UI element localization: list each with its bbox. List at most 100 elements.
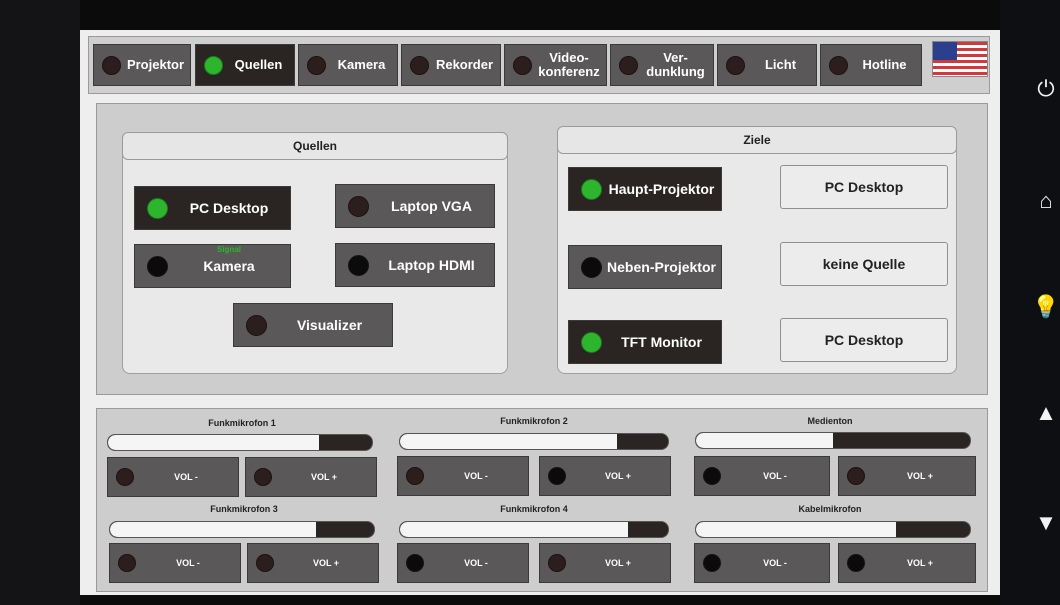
status-led xyxy=(307,55,326,75)
source-label: Laptop HDMI xyxy=(388,257,475,273)
vol-plus-button[interactable]: VOL + xyxy=(539,456,671,496)
volume-slider[interactable] xyxy=(399,521,669,538)
vol-plus-button[interactable]: VOL + xyxy=(247,543,379,583)
target-source-display: PC Desktop xyxy=(780,318,948,362)
lightbulb-icon[interactable]: 💡 xyxy=(1026,292,1060,322)
volume-slider[interactable] xyxy=(695,432,971,449)
target-label: TFT Monitor xyxy=(621,334,702,350)
routing-panel: Quellen PC Desktop Laptop VGA Signal Kam… xyxy=(96,103,988,395)
status-led xyxy=(116,468,134,486)
status-led xyxy=(348,254,369,276)
nav-videokonferenz[interactable]: Video- konferenz xyxy=(504,44,607,86)
status-led xyxy=(102,55,121,75)
vol-label: VOL - xyxy=(464,558,488,568)
nav-kamera[interactable]: Kamera xyxy=(298,44,398,86)
down-arrow-icon[interactable]: ▼ xyxy=(1026,508,1060,538)
nav-label: Licht xyxy=(764,57,797,72)
nav-verdunklung[interactable]: Ver- dunklung xyxy=(610,44,714,86)
channel-title: Funkmikrofon 2 xyxy=(500,416,568,426)
volume-slider[interactable] xyxy=(695,521,971,538)
nav-hotline[interactable]: Hotline xyxy=(820,44,922,86)
vol-label: VOL + xyxy=(312,558,340,568)
vol-minus-button[interactable]: VOL - xyxy=(109,543,241,583)
status-led xyxy=(703,467,721,485)
vol-label: VOL + xyxy=(906,471,934,481)
volume-slider[interactable] xyxy=(109,521,375,538)
status-led xyxy=(406,554,424,572)
source-label: Laptop VGA xyxy=(391,198,472,214)
source-label: Visualizer xyxy=(296,317,363,333)
volume-slider[interactable] xyxy=(107,434,373,451)
vol-minus-button[interactable]: VOL - xyxy=(694,543,830,583)
targets-title: Ziele xyxy=(557,126,957,154)
channel-title: Funkmikrofon 3 xyxy=(210,504,278,514)
status-led xyxy=(406,467,424,485)
vol-plus-button[interactable]: VOL + xyxy=(838,456,976,496)
target-label: Neben-Projektor xyxy=(607,259,716,275)
status-led xyxy=(147,197,168,219)
status-led xyxy=(118,554,136,572)
vol-minus-button[interactable]: VOL - xyxy=(397,456,529,496)
target-tft-monitor[interactable]: TFT Monitor xyxy=(568,320,722,364)
status-led xyxy=(256,554,274,572)
volume-slider[interactable] xyxy=(399,433,669,450)
nav-label: Kamera xyxy=(337,57,386,72)
home-icon[interactable]: ⌂ xyxy=(1026,186,1060,216)
up-arrow-icon[interactable]: ▲ xyxy=(1026,398,1060,428)
sources-title: Quellen xyxy=(122,132,508,160)
status-led xyxy=(847,554,865,572)
channel-title: Funkmikrofon 4 xyxy=(500,504,568,514)
vol-label: VOL - xyxy=(174,472,198,482)
status-led xyxy=(619,55,638,75)
status-led xyxy=(348,195,369,217)
vol-minus-button[interactable]: VOL - xyxy=(694,456,830,496)
vol-plus-button[interactable]: VOL + xyxy=(539,543,671,583)
source-visualizer[interactable]: Visualizer xyxy=(233,303,393,347)
target-neben-projektor[interactable]: Neben-Projektor xyxy=(568,245,722,289)
status-led xyxy=(726,55,745,75)
status-led xyxy=(581,178,602,200)
us-flag-icon[interactable] xyxy=(932,41,988,77)
nav-licht[interactable]: Licht xyxy=(717,44,817,86)
status-led xyxy=(513,55,532,75)
status-led xyxy=(581,256,602,278)
power-icon[interactable]: ⏻ xyxy=(1026,74,1060,104)
status-led xyxy=(548,467,566,485)
vol-minus-button[interactable]: VOL - xyxy=(107,457,239,497)
target-label: Haupt-Projektor xyxy=(608,181,715,197)
target-haupt-projektor[interactable]: Haupt-Projektor xyxy=(568,167,722,211)
source-label: Signal Kamera xyxy=(168,245,290,274)
nav-label: Hotline xyxy=(862,57,907,72)
status-led xyxy=(147,255,168,277)
source-label: PC Desktop xyxy=(189,200,269,216)
source-laptop-vga[interactable]: Laptop VGA xyxy=(335,184,495,228)
nav-label: Projektor xyxy=(126,57,185,72)
source-laptop-hdmi[interactable]: Laptop HDMI xyxy=(335,243,495,287)
vol-label: VOL - xyxy=(464,471,488,481)
vol-plus-button[interactable]: VOL + xyxy=(838,543,976,583)
status-led xyxy=(581,331,602,353)
channel-title: Medienton xyxy=(807,416,853,426)
source-label-text: Kamera xyxy=(203,258,255,274)
vol-label: VOL - xyxy=(763,558,787,568)
status-led xyxy=(410,55,429,75)
status-led xyxy=(548,554,566,572)
nav-label: Quellen xyxy=(234,57,283,72)
nav-quellen[interactable]: Quellen xyxy=(195,44,295,86)
vol-label: VOL + xyxy=(906,558,934,568)
nav-label: Video- konferenz xyxy=(538,50,600,79)
signal-indicator: Signal xyxy=(216,245,241,254)
status-led xyxy=(246,314,267,336)
nav-rekorder[interactable]: Rekorder xyxy=(401,44,501,86)
nav-label: Rekorder xyxy=(435,57,494,72)
status-led xyxy=(254,468,272,486)
nav-projektor[interactable]: Projektor xyxy=(93,44,191,86)
status-led xyxy=(703,554,721,572)
vol-label: VOL - xyxy=(176,558,200,568)
status-led xyxy=(829,55,848,75)
status-led xyxy=(847,467,865,485)
vol-minus-button[interactable]: VOL - xyxy=(397,543,529,583)
source-pc-desktop[interactable]: PC Desktop xyxy=(134,186,291,230)
vol-plus-button[interactable]: VOL + xyxy=(245,457,377,497)
source-kamera[interactable]: Signal Kamera xyxy=(134,244,291,288)
